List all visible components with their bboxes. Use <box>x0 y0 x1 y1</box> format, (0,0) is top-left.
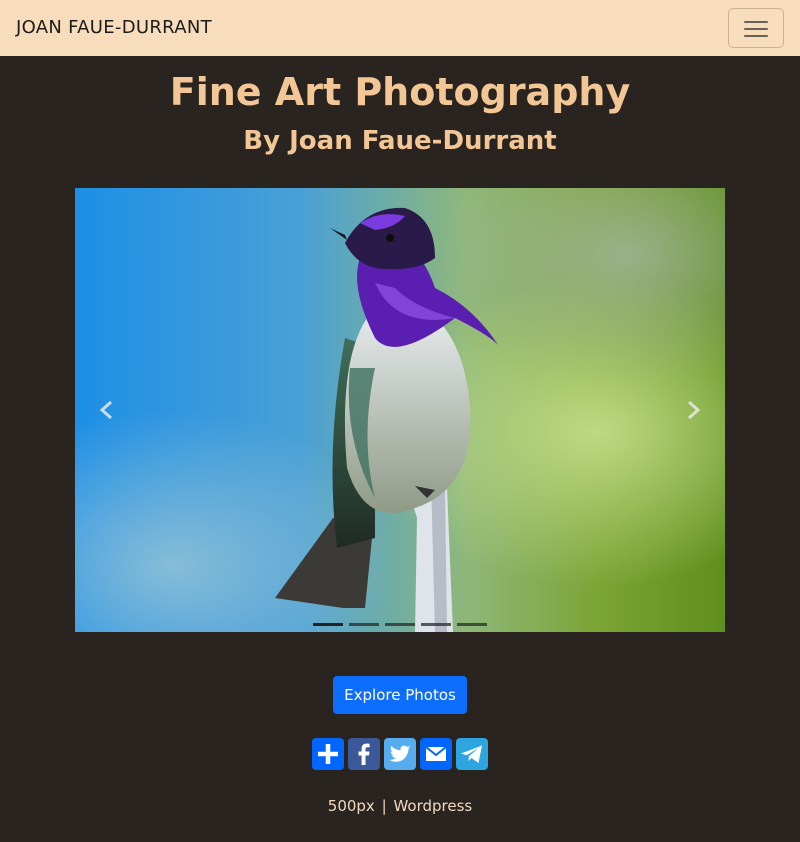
link-500px[interactable]: 500px <box>328 797 375 815</box>
footer-links: 500px | Wordpress <box>0 797 800 815</box>
email-icon <box>425 746 447 761</box>
carousel-indicator[interactable] <box>421 623 451 626</box>
page-title: Fine Art Photography <box>169 70 631 114</box>
plus-icon <box>318 744 338 764</box>
navbar-brand[interactable]: JOAN FAUE-DURRANT <box>16 17 212 38</box>
telegram-icon <box>461 745 482 763</box>
share-facebook-button[interactable] <box>348 738 380 770</box>
photo-carousel <box>75 188 725 632</box>
share-telegram-button[interactable] <box>456 738 488 770</box>
twitter-icon <box>389 745 411 762</box>
footer-separator: | <box>381 797 387 815</box>
navbar-toggler-button[interactable] <box>728 8 784 48</box>
chevron-left-icon <box>99 400 112 420</box>
carousel-indicator[interactable] <box>457 623 487 626</box>
link-wordpress[interactable]: Wordpress <box>393 797 472 815</box>
share-add-button[interactable] <box>312 738 344 770</box>
carousel-next-button[interactable] <box>625 188 725 632</box>
chevron-right-icon <box>688 400 701 420</box>
explore-photos-button[interactable]: Explore Photos <box>333 676 467 714</box>
carousel-indicator[interactable] <box>313 623 343 626</box>
page-subtitle: By Joan Faue-Durrant <box>243 126 557 156</box>
navbar: JOAN FAUE-DURRANT <box>0 0 800 56</box>
share-email-button[interactable] <box>420 738 452 770</box>
carousel-indicators <box>75 623 725 627</box>
share-twitter-button[interactable] <box>384 738 416 770</box>
facebook-icon <box>358 743 370 765</box>
carousel-indicator[interactable] <box>349 623 379 626</box>
carousel-prev-button[interactable] <box>75 188 175 632</box>
carousel-indicator[interactable] <box>385 623 415 626</box>
